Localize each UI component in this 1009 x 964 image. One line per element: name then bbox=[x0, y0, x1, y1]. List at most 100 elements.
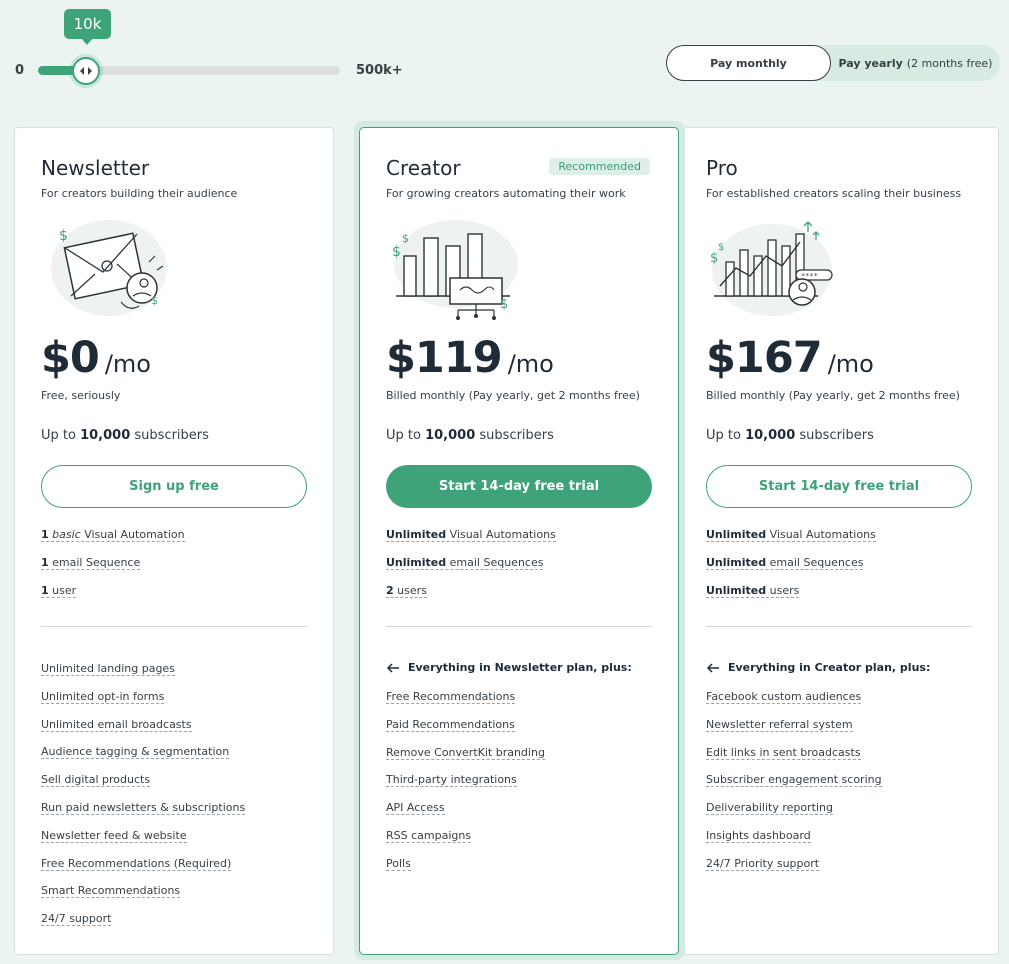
subscriber-limit: Up to 10,000 subscribers bbox=[41, 428, 209, 443]
key-feature-link[interactable]: 1 user bbox=[41, 584, 77, 598]
feature-item: 24/7 support bbox=[41, 912, 245, 940]
key-features-list: 1 basic Visual Automation 1 email Sequen… bbox=[41, 528, 185, 612]
feature-link[interactable]: Newsletter feed & website bbox=[41, 828, 187, 843]
billing-note: Free, seriously bbox=[41, 389, 121, 402]
drag-arrows-icon bbox=[80, 67, 92, 75]
bar-chart-illustration: $ $ $ bbox=[392, 220, 518, 320]
svg-text:$: $ bbox=[151, 294, 158, 307]
feature-link[interactable]: Unlimited email broadcasts bbox=[41, 717, 192, 732]
feature-item: Sell digital products bbox=[41, 773, 245, 801]
feature-link[interactable]: 24/7 Priority support bbox=[706, 856, 820, 871]
divider bbox=[706, 626, 972, 627]
subs-suffix: subscribers bbox=[134, 428, 209, 443]
key-feature-link[interactable]: Unlimited email Sequences bbox=[706, 556, 864, 570]
key-feature-item: Unlimited Visual Automations bbox=[706, 528, 876, 556]
feature-link[interactable]: Audience tagging & segmentation bbox=[41, 745, 230, 760]
feature-link[interactable]: Remove ConvertKit branding bbox=[386, 745, 545, 760]
key-feature-item: Unlimited email Sequences bbox=[706, 556, 876, 584]
plan-price: $0 /mo bbox=[41, 333, 151, 383]
svg-text:$: $ bbox=[392, 244, 401, 260]
price-amount: $167 bbox=[706, 333, 823, 383]
feature-link[interactable]: Third-party integrations bbox=[386, 773, 517, 788]
key-feature-link[interactable]: 1 basic Visual Automation bbox=[41, 528, 185, 542]
feature-item: Unlimited opt-in forms bbox=[41, 689, 245, 718]
feature-link[interactable]: Subscriber engagement scoring bbox=[706, 773, 882, 788]
feature-item: API Access bbox=[386, 801, 545, 829]
feature-link[interactable]: Deliverability reporting bbox=[706, 801, 833, 816]
feature-link[interactable]: Run paid newsletters & subscriptions bbox=[41, 800, 246, 815]
feature-link[interactable]: Polls bbox=[386, 856, 411, 871]
key-feature-link[interactable]: 1 email Sequence bbox=[41, 556, 141, 570]
subscriber-slider-handle[interactable] bbox=[72, 57, 100, 85]
plan-tagline: For growing creators automating their wo… bbox=[386, 187, 626, 200]
svg-text:$: $ bbox=[710, 251, 718, 266]
price-period: /mo bbox=[104, 350, 151, 378]
feature-item: Free Recommendations (Required) bbox=[41, 856, 245, 885]
plan-name: Newsletter bbox=[41, 156, 150, 180]
pay-yearly-note: (2 months free) bbox=[906, 56, 993, 70]
feature-link[interactable]: Unlimited opt-in forms bbox=[41, 689, 165, 704]
feature-link[interactable]: Smart Recommendations bbox=[41, 884, 181, 899]
key-feature-item: Unlimited Visual Automations bbox=[386, 528, 556, 556]
feature-link[interactable]: Newsletter referral system bbox=[706, 717, 853, 732]
feature-item: Unlimited landing pages bbox=[41, 662, 245, 690]
feature-item: Insights dashboard bbox=[706, 828, 882, 857]
divider bbox=[386, 626, 652, 627]
feature-item: Facebook custom audiences bbox=[706, 690, 882, 718]
subs-count: 10,000 bbox=[425, 428, 476, 443]
feature-link[interactable]: Free Recommendations (Required) bbox=[41, 856, 232, 871]
subscriber-limit: Up to 10,000 subscribers bbox=[386, 428, 554, 443]
key-feature-item: 1 user bbox=[41, 584, 185, 612]
price-period: /mo bbox=[507, 350, 554, 378]
feature-item: Edit links in sent broadcasts bbox=[706, 745, 882, 774]
inherited-features-label: Everything in Creator plan, plus: bbox=[728, 661, 931, 674]
feature-item: RSS campaigns bbox=[386, 828, 545, 857]
feature-link[interactable]: Paid Recommendations bbox=[386, 717, 515, 732]
start-free-trial-button[interactable]: Start 14-day free trial bbox=[386, 465, 652, 508]
billing-period-toggle: Pay monthly Pay yearly (2 months free) bbox=[666, 45, 1000, 81]
feature-link[interactable]: RSS campaigns bbox=[386, 828, 472, 843]
recommended-badge: Recommended bbox=[549, 158, 650, 175]
feature-item: Remove ConvertKit branding bbox=[386, 745, 545, 774]
feature-link[interactable]: 24/7 support bbox=[41, 912, 112, 927]
feature-item: Newsletter referral system bbox=[706, 717, 882, 746]
price-amount: $0 bbox=[41, 333, 100, 383]
feature-item: Subscriber engagement scoring bbox=[706, 773, 882, 801]
start-free-trial-button[interactable]: Start 14-day free trial bbox=[706, 465, 972, 508]
key-feature-link[interactable]: Unlimited Visual Automations bbox=[706, 528, 876, 542]
subs-prefix: Up to bbox=[41, 428, 76, 443]
feature-list: Free Recommendations Paid Recommendation… bbox=[386, 690, 545, 885]
subs-suffix: subscribers bbox=[799, 428, 874, 443]
pay-monthly-option[interactable]: Pay monthly bbox=[666, 45, 831, 81]
feature-link[interactable]: Unlimited landing pages bbox=[41, 662, 175, 676]
key-feature-link[interactable]: Unlimited email Sequences bbox=[386, 556, 544, 570]
subs-prefix: Up to bbox=[386, 428, 421, 443]
feature-link[interactable]: Edit links in sent broadcasts bbox=[706, 745, 861, 760]
key-feature-item: Unlimited email Sequences bbox=[386, 556, 556, 584]
price-period: /mo bbox=[827, 350, 874, 378]
price-amount: $119 bbox=[386, 333, 503, 383]
svg-text:$: $ bbox=[500, 297, 508, 312]
key-feature-link[interactable]: Unlimited users bbox=[706, 584, 800, 598]
feature-link[interactable]: Sell digital products bbox=[41, 773, 151, 788]
feature-link[interactable]: Free Recommendations bbox=[386, 690, 516, 704]
plan-name: Pro bbox=[706, 156, 738, 180]
pay-yearly-option[interactable]: Pay yearly (2 months free) bbox=[831, 45, 1000, 81]
arrow-left-icon bbox=[706, 662, 719, 673]
plan-card-creator: Creator Recommended For growing creators… bbox=[359, 127, 679, 955]
subs-suffix: subscribers bbox=[479, 428, 554, 443]
feature-link[interactable]: Facebook custom audiences bbox=[706, 690, 862, 704]
feature-link[interactable]: Insights dashboard bbox=[706, 828, 811, 843]
key-feature-link[interactable]: 2 users bbox=[386, 584, 427, 598]
svg-text:$: $ bbox=[718, 242, 724, 253]
key-features-list: Unlimited Visual Automations Unlimited e… bbox=[706, 528, 876, 612]
key-feature-link[interactable]: Unlimited Visual Automations bbox=[386, 528, 556, 542]
feature-item: 24/7 Priority support bbox=[706, 856, 882, 885]
feature-link[interactable]: API Access bbox=[386, 801, 445, 816]
plan-tagline: For creators building their audience bbox=[41, 187, 238, 200]
feature-item: Smart Recommendations bbox=[41, 884, 245, 912]
plan-card-newsletter: Newsletter For creators building their a… bbox=[14, 127, 334, 955]
growth-chart-illustration: **** $ $ bbox=[710, 221, 833, 316]
sign-up-free-button[interactable]: Sign up free bbox=[41, 465, 307, 508]
feature-item: Deliverability reporting bbox=[706, 801, 882, 829]
